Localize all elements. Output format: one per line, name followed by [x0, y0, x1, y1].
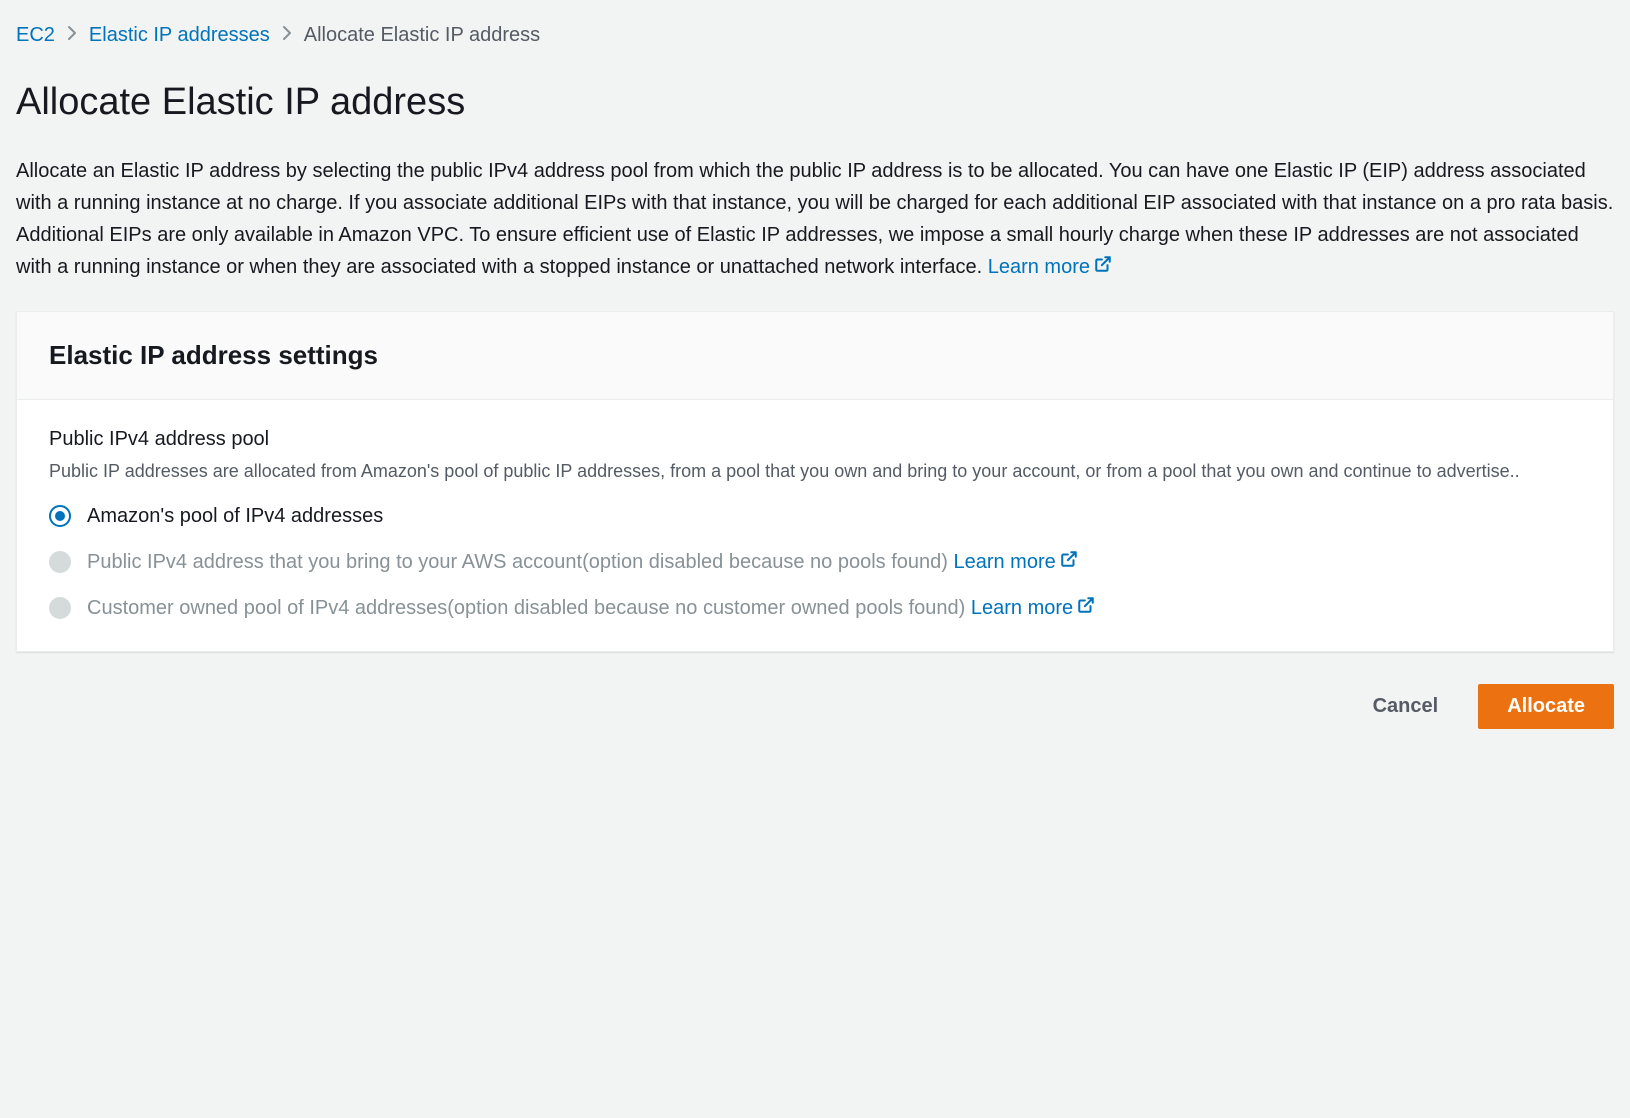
learn-more-link[interactable]: Learn more	[953, 547, 1077, 577]
radio-button	[49, 551, 71, 573]
external-link-icon	[1077, 593, 1095, 623]
page-description-text: Allocate an Elastic IP address by select…	[16, 160, 1613, 278]
radio-button	[49, 597, 71, 619]
breadcrumb: EC2 Elastic IP addresses Allocate Elasti…	[16, 20, 1614, 50]
form-actions: Cancel Allocate	[16, 680, 1614, 733]
breadcrumb-link-ec2[interactable]: EC2	[16, 20, 55, 50]
pool-radio-group: Amazon's pool of IPv4 addresses Public I…	[49, 501, 1581, 623]
page-title: Allocate Elastic IP address	[16, 74, 1614, 131]
pool-field-label: Public IPv4 address pool	[49, 424, 1581, 454]
external-link-icon	[1060, 547, 1078, 577]
learn-more-link[interactable]: Learn more	[988, 251, 1112, 283]
radio-option-amazon-pool[interactable]: Amazon's pool of IPv4 addresses	[49, 501, 1581, 531]
radio-label: Public IPv4 address that you bring to yo…	[87, 547, 1078, 577]
radio-option-customer-owned-pool: Customer owned pool of IPv4 addresses(op…	[49, 593, 1581, 623]
panel-header: Elastic IP address settings	[17, 312, 1613, 400]
radio-button[interactable]	[49, 505, 71, 527]
learn-more-link[interactable]: Learn more	[971, 593, 1095, 623]
breadcrumb-current: Allocate Elastic IP address	[304, 20, 540, 50]
allocate-button[interactable]: Allocate	[1478, 684, 1614, 729]
pool-field-description: Public IP addresses are allocated from A…	[49, 458, 1581, 485]
page-description: Allocate an Elastic IP address by select…	[16, 155, 1614, 283]
chevron-right-icon	[282, 22, 292, 49]
cancel-button[interactable]: Cancel	[1345, 684, 1467, 729]
breadcrumb-link-elastic-ip[interactable]: Elastic IP addresses	[89, 20, 270, 50]
chevron-right-icon	[67, 22, 77, 49]
radio-label: Amazon's pool of IPv4 addresses	[87, 501, 383, 531]
panel-title: Elastic IP address settings	[49, 336, 1581, 375]
external-link-icon	[1094, 251, 1112, 283]
radio-option-byoip-pool: Public IPv4 address that you bring to yo…	[49, 547, 1581, 577]
radio-label: Customer owned pool of IPv4 addresses(op…	[87, 593, 1095, 623]
panel-body: Public IPv4 address pool Public IP addre…	[17, 400, 1613, 651]
settings-panel: Elastic IP address settings Public IPv4 …	[16, 311, 1614, 652]
